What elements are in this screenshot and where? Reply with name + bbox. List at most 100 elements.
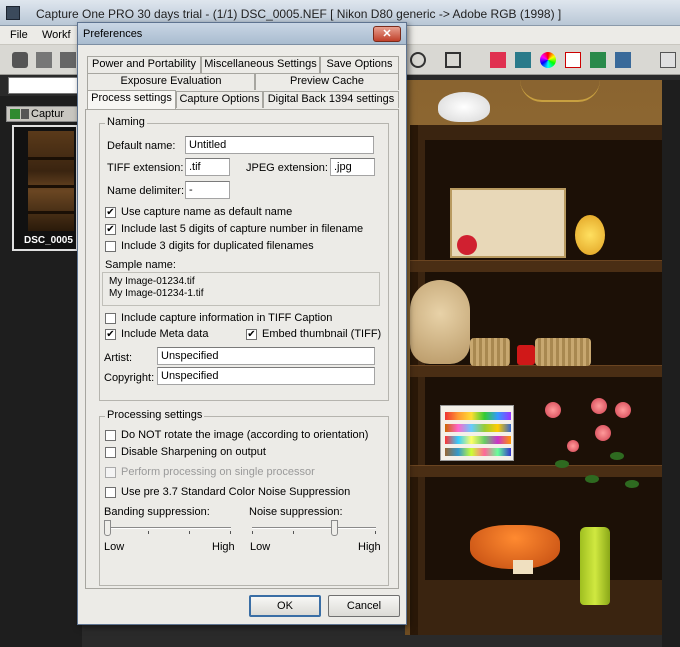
thumbnail-shelf-line xyxy=(28,211,74,214)
thumbnail-shelf-line xyxy=(28,157,74,160)
tick xyxy=(252,531,253,534)
photo-teddy-bear xyxy=(410,280,470,364)
noise-low-label: Low xyxy=(250,541,271,553)
grid-icon[interactable] xyxy=(615,52,631,68)
tab-row-1: Power and Portability Miscellaneous Sett… xyxy=(87,56,399,73)
noise-slider-thumb[interactable] xyxy=(331,520,339,536)
jpeg-extension-label: JPEG extension: xyxy=(246,162,328,174)
thumbnail[interactable]: DSC_0005 xyxy=(12,125,78,251)
include-last5-label: Include last 5 digits of capture number … xyxy=(121,223,364,235)
default-name-field[interactable]: Untitled xyxy=(185,136,374,154)
folder-icon[interactable] xyxy=(60,52,76,68)
tab-row-2: Exposure Evaluation Preview Cache xyxy=(87,73,399,90)
tick xyxy=(230,531,231,534)
path-input[interactable] xyxy=(8,77,82,94)
image-viewer[interactable] xyxy=(405,80,665,635)
disable-sharpening-label: Disable Sharpening on output xyxy=(121,446,266,458)
include-meta-label: Include Meta data xyxy=(121,328,209,340)
app-icon xyxy=(6,6,20,20)
include-meta-checkbox[interactable]: ✔ xyxy=(105,329,116,340)
process-settings-panel: Naming Default name: Untitled TIFF exten… xyxy=(85,109,399,589)
menu-file[interactable]: File xyxy=(10,29,28,41)
banding-low-label: Low xyxy=(104,541,125,553)
embed-thumbnail-label: Embed thumbnail (TIFF) xyxy=(262,328,382,340)
thumbnail-shelf-line xyxy=(28,185,74,188)
crop-icon[interactable] xyxy=(445,52,461,68)
close-button[interactable]: ✕ xyxy=(373,26,401,42)
photo-chandelier xyxy=(520,80,600,102)
color-wheel-icon[interactable] xyxy=(540,52,556,68)
camera-icon[interactable] xyxy=(12,52,28,68)
photo-leaf xyxy=(555,460,569,468)
capture-info-caption-checkbox[interactable] xyxy=(105,313,116,324)
levels-icon[interactable] xyxy=(515,52,531,68)
tiff-extension-field[interactable]: .tif xyxy=(185,158,230,176)
tab-power-portability[interactable]: Power and Portability xyxy=(87,56,201,73)
noise-track xyxy=(252,527,376,529)
disable-sharpening-checkbox[interactable] xyxy=(105,447,116,458)
tab-misc-settings[interactable]: Miscellaneous Settings xyxy=(201,56,320,73)
photo-red-jar xyxy=(517,345,535,365)
tab-row-3: Process settings Capture Options Digital… xyxy=(87,90,399,109)
noise-suppression-label: Noise suppression: xyxy=(249,506,343,518)
photo-vase xyxy=(580,527,610,605)
artist-field[interactable]: Unspecified xyxy=(157,347,375,365)
single-processor-label: Perform processing on single processor xyxy=(121,466,315,478)
tab-capture[interactable]: Captur xyxy=(6,106,82,122)
white-balance-icon[interactable] xyxy=(490,52,506,68)
color-picker-icon[interactable] xyxy=(565,52,581,68)
capture-tab-icon xyxy=(10,109,20,119)
right-panel-edge xyxy=(662,80,680,647)
tab-save-options[interactable]: Save Options xyxy=(320,56,399,73)
tick xyxy=(375,531,376,534)
compare-icon[interactable] xyxy=(590,52,606,68)
dialog-title: Preferences xyxy=(83,28,143,40)
photo-basket xyxy=(535,338,591,366)
tiff-extension-label: TIFF extension: xyxy=(107,162,184,174)
banding-track xyxy=(107,527,231,529)
thumbnail-caption: DSC_0005 xyxy=(24,235,73,246)
artist-label: Artist: xyxy=(104,352,133,364)
sample-line: My Image-01234-1.tif xyxy=(109,288,204,299)
processing-group-label: Processing settings xyxy=(105,409,205,421)
processing-group: Processing settings xyxy=(99,409,389,586)
name-delimiter-field[interactable]: - xyxy=(185,181,230,199)
trash-icon[interactable] xyxy=(36,52,52,68)
preferences-dialog: Preferences ✕ Power and Portability Misc… xyxy=(77,22,407,625)
tab-capture-label: Captur xyxy=(31,108,65,120)
embed-thumbnail-checkbox[interactable]: ✔ xyxy=(246,329,257,340)
photo-heart xyxy=(457,235,477,255)
pre37-noise-label: Use pre 3.7 Standard Color Noise Suppres… xyxy=(121,486,351,498)
copyright-field[interactable]: Unspecified xyxy=(157,367,375,385)
photo-flower xyxy=(595,425,611,441)
jpeg-extension-field[interactable]: .jpg xyxy=(330,158,375,176)
photo-flower xyxy=(615,402,631,418)
photo-flower xyxy=(545,402,561,418)
ok-button[interactable]: OK xyxy=(249,595,321,617)
noise-high-label: High xyxy=(358,541,381,553)
use-capture-name-checkbox[interactable]: ✔ xyxy=(105,207,116,218)
tab-exposure-evaluation[interactable]: Exposure Evaluation xyxy=(87,73,255,90)
cancel-button[interactable]: Cancel xyxy=(328,595,400,617)
fullscreen-icon[interactable] xyxy=(660,52,676,68)
tab-digital-back[interactable]: Digital Back 1394 settings xyxy=(263,91,399,108)
tab-preview-cache[interactable]: Preview Cache xyxy=(255,73,399,90)
app-title: Capture One PRO 30 days trial - (1/1) DS… xyxy=(36,7,562,21)
tab-capture-options[interactable]: Capture Options xyxy=(176,91,263,108)
pre37-noise-checkbox[interactable] xyxy=(105,487,116,498)
zoom-icon[interactable] xyxy=(410,52,426,68)
banding-suppression-label: Banding suppression: xyxy=(104,506,210,518)
include-last5-checkbox[interactable]: ✔ xyxy=(105,224,116,235)
photo-flower xyxy=(567,440,579,452)
menu-workflow[interactable]: Workf xyxy=(42,29,71,41)
not-rotate-checkbox[interactable] xyxy=(105,430,116,441)
photo-shelf xyxy=(410,365,665,377)
include-3digits-checkbox[interactable] xyxy=(105,241,116,252)
sample-line: My Image-01234.tif xyxy=(109,276,195,287)
photo-basket xyxy=(470,338,510,366)
tab-process-settings[interactable]: Process settings xyxy=(87,90,176,109)
banding-slider-thumb[interactable] xyxy=(104,520,111,536)
photo-flower xyxy=(591,398,607,414)
photo-leaf xyxy=(585,475,599,483)
photo-leaf xyxy=(625,480,639,488)
